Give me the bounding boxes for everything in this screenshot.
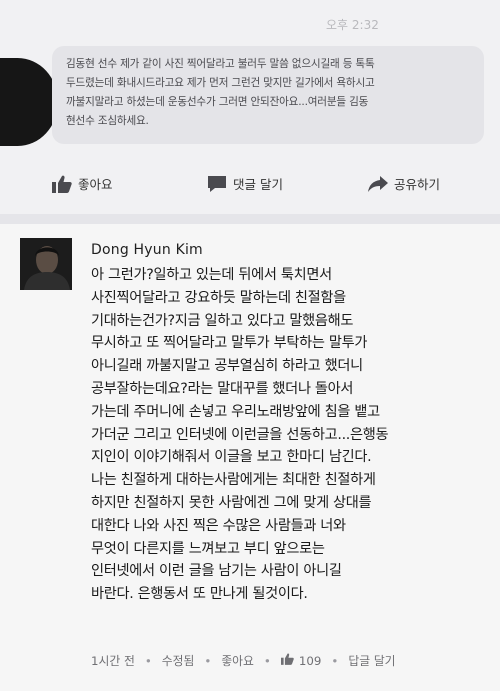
- comment-time: 1시간 전: [91, 654, 135, 668]
- reply-link[interactable]: 답글 달기: [348, 652, 395, 669]
- message-line: 김동현 선수 제가 같이 사진 찍어달라고 불러두 말씀 없으시길래 등 톡톡: [66, 58, 375, 70]
- comment-line: 사진찍어달라고 강요하듯 말하는데 친절함을: [91, 289, 346, 306]
- comment-button[interactable]: 댓글 달기: [207, 174, 283, 193]
- like-count-value: 109: [298, 653, 322, 668]
- comment-line: 바란다. 은행동서 또 만나게 될것이다.: [91, 586, 308, 603]
- edited-link[interactable]: 수정됨: [162, 652, 195, 669]
- comment-line: 기대하는건가?지금 일하고 있다고 말했음해도: [91, 312, 354, 329]
- message-line: 두드렸는데 화내시드라고요 제가 먼저 그런건 맞지만 길가에서 욕하시고: [66, 77, 375, 89]
- meta-separator: •: [204, 653, 212, 668]
- like-count[interactable]: 109: [280, 653, 322, 668]
- comment-line: 나는 친절하게 대하는사람에게는 최대한 친절하게: [91, 472, 376, 489]
- comment-line: 대한다 나와 사진 찍은 수많은 사람들과 너와: [91, 517, 346, 534]
- message-bubble: 김동현 선수 제가 같이 사진 찍어달라고 불러두 말씀 없으시길래 등 톡톡 …: [52, 46, 484, 144]
- comment-line: 지인이 이야기해줘서 이글을 보고 한마디 남긴다.: [91, 449, 372, 466]
- comment-line: 무시하고 또 찍어달라고 말투가 부탁하는 말투가: [91, 335, 368, 352]
- comment-icon: [207, 175, 227, 193]
- message-line: 현선수 조심하세요.: [66, 115, 149, 127]
- message-line: 까불지말라고 하셨는데 운동선수가 그러면 안되잔아요...여러분들 김동: [66, 96, 369, 108]
- comment-line: 아 그런가?일하고 있는데 뒤에서 툭치면서: [91, 267, 332, 283]
- redacted-avatar: [0, 58, 58, 146]
- comment-line: 하지만 친절하지 못한 사람에겐 그에 맞게 상대를: [91, 494, 372, 511]
- like-label: 좋아요: [78, 177, 113, 192]
- comment-meta: 1시간 전 • 수정됨 • 좋아요 • 109 • 답글 달기: [91, 652, 491, 669]
- like-button[interactable]: 좋아요: [52, 174, 113, 193]
- meta-separator: •: [263, 653, 271, 668]
- comment: Dong Hyun Kim 아 그런가?일하고 있는데 뒤에서 툭치면서 사진찍…: [0, 224, 500, 691]
- share-button[interactable]: 공유하기: [368, 174, 440, 193]
- small-thumbs-up-icon: [280, 653, 294, 668]
- post-action-bar: 좋아요 댓글 달기 공유하기: [0, 166, 500, 206]
- section-divider: [0, 214, 500, 224]
- comment-line: 공부잘하는데요?라는 말대꾸를 했더나 돌아서: [91, 380, 354, 397]
- post-card: 오후 2:32 김동현 선수 제가 같이 사진 찍어달라고 불러두 말씀 없으시…: [0, 0, 500, 214]
- share-icon: [368, 175, 388, 193]
- comment-body: 아 그런가?일하고 있는데 뒤에서 툭치면서 사진찍어달라고 강요하듯 말하는데…: [91, 264, 496, 606]
- comment-line: 가는데 주머니에 손넣고 우리노래방앞에 침을 뱉고: [91, 403, 380, 420]
- comment-like-link[interactable]: 좋아요: [221, 652, 254, 669]
- meta-separator: •: [331, 653, 339, 668]
- comment-line: 인터넷에서 이런 글을 남기는 사람이 아니길: [91, 563, 342, 580]
- comment-author[interactable]: Dong Hyun Kim: [91, 242, 203, 258]
- share-label: 공유하기: [394, 177, 441, 192]
- meta-separator: •: [144, 653, 152, 668]
- avatar[interactable]: [20, 238, 72, 290]
- comment-line: 가더군 그리고 인터넷에 이런글을 선동하고...은행동: [91, 426, 389, 443]
- comment-label: 댓글 달기: [233, 177, 283, 192]
- comment-line: 무엇이 다른지를 느껴보고 부디 앞으로는: [91, 540, 325, 557]
- message-timestamp: 오후 2:32: [326, 18, 379, 32]
- thumbs-up-icon: [52, 175, 72, 193]
- comment-line: 아니길래 까불지말고 공부열심히 하라고 했더니: [91, 358, 363, 375]
